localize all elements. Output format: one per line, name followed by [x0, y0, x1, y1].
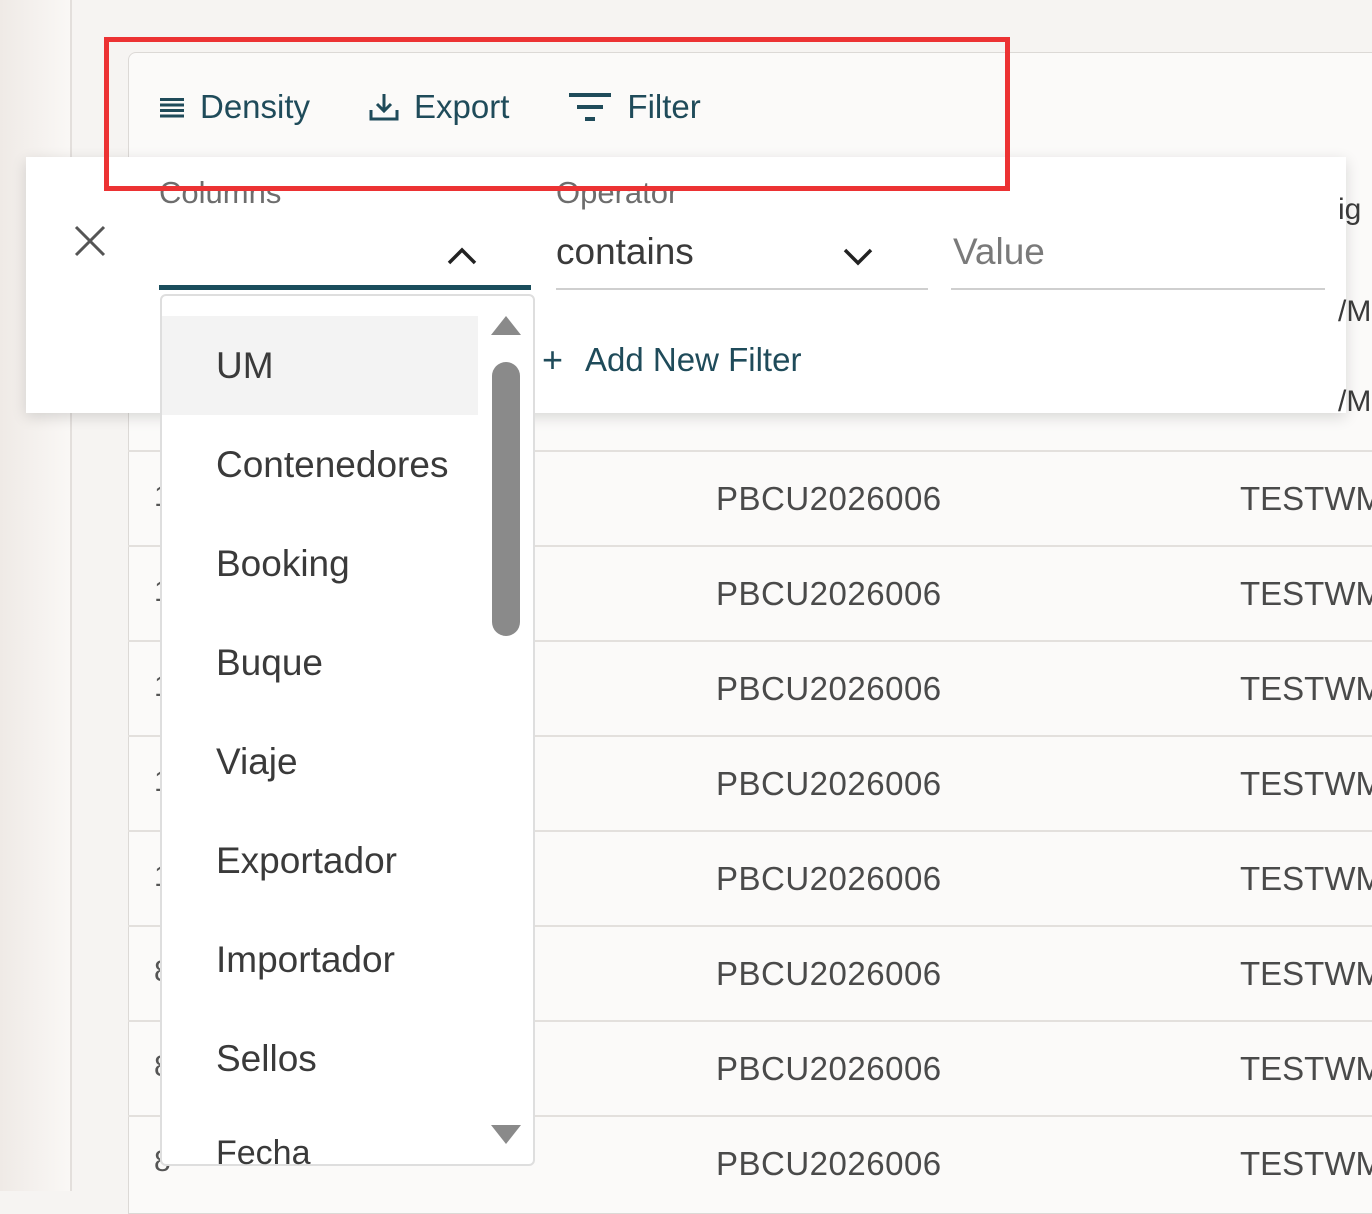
column-option-exportador[interactable]: Exportador [162, 811, 478, 910]
close-icon[interactable] [72, 223, 108, 259]
columns-field-underline [159, 285, 531, 290]
grid-toolbar: Density Export Filter [158, 82, 759, 132]
add-new-filter-button[interactable]: + Add New Filter [542, 341, 801, 379]
value-input[interactable] [951, 221, 1329, 283]
row-fragment: /M [1338, 295, 1372, 328]
filter-funnel-icon [567, 90, 613, 124]
density-label: Density [200, 88, 311, 125]
row-cell-user: TESTWM [1240, 480, 1372, 517]
operator-field-label: Operator [556, 175, 679, 210]
operator-select[interactable]: contains [556, 231, 694, 273]
columns-field-label: Columns [159, 175, 282, 210]
row-cell-container: PBCU2026006 [716, 1050, 942, 1087]
row-cell-container: PBCU2026006 [716, 670, 942, 707]
chevron-down-icon[interactable] [842, 245, 874, 272]
row-cell-container: PBCU2026006 [716, 955, 942, 992]
row-cell-container: PBCU2026006 [716, 860, 942, 897]
row-cell-user: TESTWM [1240, 765, 1372, 802]
download-tray-icon [368, 92, 400, 122]
columns-options: UM Contenedores Booking Buque Viaje Expo… [162, 316, 478, 1108]
row-cell-user: TESTWM [1240, 1050, 1372, 1087]
dropdown-scrollbar-thumb[interactable] [492, 362, 520, 636]
column-option-sellos[interactable]: Sellos [162, 1009, 478, 1108]
filter-button[interactable]: Filter [567, 88, 701, 126]
column-option-um[interactable]: UM [162, 316, 478, 415]
add-new-filter-label: Add New Filter [585, 341, 802, 378]
row-cell-user: TESTWM [1240, 955, 1372, 992]
column-option-contenedores[interactable]: Contenedores [162, 415, 478, 514]
plus-icon: + [542, 339, 564, 380]
row-cell-user: TESTWM [1240, 860, 1372, 897]
value-field-underline [951, 288, 1325, 290]
row-fragment: /M [1338, 385, 1372, 418]
row-cell-user: TESTWM [1240, 670, 1372, 707]
filter-label: Filter [627, 88, 701, 125]
row-cell-user: TESTWM [1240, 575, 1372, 612]
row-cell-container: PBCU2026006 [716, 765, 942, 802]
scroll-down-arrow[interactable] [488, 1122, 524, 1153]
column-option-viaje[interactable]: Viaje [162, 712, 478, 811]
column-option-booking[interactable]: Booking [162, 514, 478, 613]
columns-dropdown-list[interactable]: UM Contenedores Booking Buque Viaje Expo… [160, 294, 535, 1166]
export-button[interactable]: Export [368, 88, 509, 126]
row-cell-container: PBCU2026006 [716, 575, 942, 612]
column-option-buque[interactable]: Buque [162, 613, 478, 712]
header-fragment: ig [1338, 193, 1362, 226]
export-label: Export [414, 88, 510, 125]
row-cell-container: PBCU2026006 [716, 1145, 942, 1182]
column-option-importador[interactable]: Importador [162, 910, 478, 1009]
scroll-up-arrow[interactable] [488, 312, 524, 343]
chevron-up-icon[interactable] [446, 245, 478, 272]
row-cell-container: PBCU2026006 [716, 480, 942, 517]
column-option-fecha[interactable]: Fecha [216, 1134, 311, 1173]
density-lines-icon [158, 95, 186, 119]
density-button[interactable]: Density [158, 88, 310, 126]
operator-field-underline [556, 288, 928, 290]
row-cell-user: TESTWM [1240, 1145, 1372, 1182]
